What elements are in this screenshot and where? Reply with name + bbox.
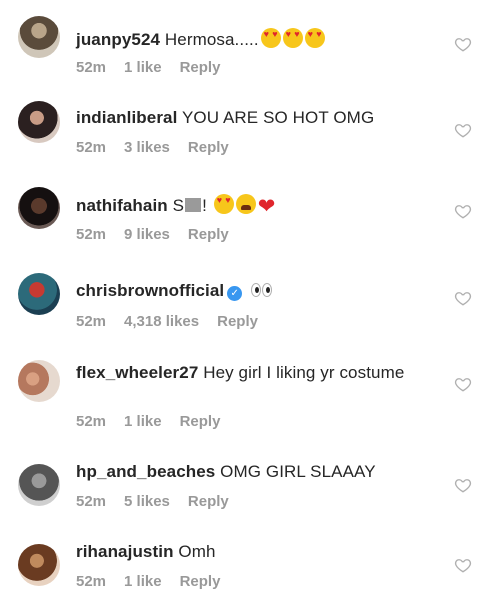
- comment-username[interactable]: juanpy524: [76, 30, 160, 49]
- eyes-emoji-icon: [251, 283, 273, 297]
- comment-meta: 52m 5 likes Reply: [76, 493, 247, 510]
- comment-body: juanpy524 Hermosa.....: [76, 28, 443, 51]
- comment-likes[interactable]: 1 like: [124, 59, 162, 76]
- comment-time: 52m: [76, 139, 107, 156]
- reply-button[interactable]: Reply: [188, 493, 229, 510]
- comment-meta: 52m 4,318 likes Reply: [76, 313, 276, 330]
- comment-body: flex_wheeler27 Hey girl I liking yr cost…: [76, 362, 443, 384]
- reply-button[interactable]: Reply: [188, 139, 229, 156]
- heart-eyes-emoji-icon: [260, 28, 281, 48]
- weary-face-emoji-icon: [235, 194, 256, 214]
- comment-username[interactable]: indianliberal: [76, 108, 177, 127]
- comment-text: YOU ARE SO HOT OMG: [181, 108, 375, 127]
- comments-list: juanpy524 Hermosa..... 52m 1 like Reply in…: [0, 0, 491, 602]
- red-heart-emoji-icon: ❤: [257, 195, 276, 218]
- verified-badge-icon: ✓: [227, 286, 243, 301]
- comment-meta: 52m 3 likes Reply: [76, 139, 247, 156]
- avatar[interactable]: [18, 273, 60, 315]
- heart-eyes-emoji-icon: [213, 194, 234, 214]
- avatar[interactable]: [18, 464, 60, 506]
- comment-text: Hermosa.....: [164, 30, 259, 49]
- avatar[interactable]: [18, 360, 60, 402]
- like-heart-icon[interactable]: [454, 556, 472, 574]
- comment-likes[interactable]: 4,318 likes: [124, 313, 199, 330]
- heart-eyes-emoji-icon: [282, 28, 303, 48]
- comment-likes[interactable]: 5 likes: [124, 493, 170, 510]
- like-heart-icon[interactable]: [454, 375, 472, 393]
- comment-likes[interactable]: 1 like: [124, 413, 162, 430]
- comment-username[interactable]: chrisbrownofficial: [76, 281, 224, 300]
- comment-likes[interactable]: 9 likes: [124, 226, 170, 243]
- like-heart-icon[interactable]: [454, 289, 472, 307]
- avatar[interactable]: [18, 187, 60, 229]
- comment-meta: 52m 9 likes Reply: [76, 226, 247, 243]
- like-heart-icon[interactable]: [454, 476, 472, 494]
- avatar[interactable]: [18, 544, 60, 586]
- reply-button[interactable]: Reply: [180, 413, 221, 430]
- comment-username[interactable]: hp_and_beaches: [76, 462, 215, 481]
- comment-text-start: S: [172, 196, 185, 215]
- reply-button[interactable]: Reply: [188, 226, 229, 243]
- avatar[interactable]: [18, 101, 60, 143]
- comment-username[interactable]: nathifahain: [76, 196, 168, 215]
- avatar[interactable]: [18, 16, 60, 58]
- heart-eyes-emoji-icon: [304, 28, 325, 48]
- reply-button[interactable]: Reply: [217, 313, 258, 330]
- censor-block: [185, 198, 202, 212]
- comment-text: OMG GIRL SLAAAY: [220, 462, 376, 481]
- comment-time: 52m: [76, 413, 107, 430]
- comment-time: 52m: [76, 573, 107, 590]
- comment-username[interactable]: rihanajustin: [76, 542, 174, 561]
- comment-time: 52m: [76, 313, 107, 330]
- reply-button[interactable]: Reply: [180, 573, 221, 590]
- comment-likes[interactable]: 1 like: [124, 573, 162, 590]
- comment-username[interactable]: flex_wheeler27: [76, 363, 198, 382]
- comment-body: rihanajustin Omh: [76, 541, 443, 563]
- comment-meta: 52m 1 like Reply: [76, 59, 238, 76]
- comment-time: 52m: [76, 59, 107, 76]
- reply-button[interactable]: Reply: [180, 59, 221, 76]
- comment-body: chrisbrownofficial ✓: [76, 280, 443, 302]
- comment-meta: 52m 1 like Reply: [76, 413, 238, 430]
- comment-text: Omh: [178, 542, 216, 561]
- comment-meta: 52m 1 like Reply: [76, 573, 238, 590]
- comment-body: nathifahain S! ❤: [76, 194, 443, 218]
- like-heart-icon[interactable]: [454, 121, 472, 139]
- comment-body: indianliberal YOU ARE SO HOT OMG: [76, 107, 443, 129]
- like-heart-icon[interactable]: [454, 35, 472, 53]
- comment-likes[interactable]: 3 likes: [124, 139, 170, 156]
- comment-body: hp_and_beaches OMG GIRL SLAAAY: [76, 461, 443, 483]
- like-heart-icon[interactable]: [454, 202, 472, 220]
- comment-time: 52m: [76, 493, 107, 510]
- comment-text-end: !: [202, 196, 207, 215]
- comment-time: 52m: [76, 226, 107, 243]
- comment-text: Hey girl I liking yr costume: [203, 363, 405, 382]
